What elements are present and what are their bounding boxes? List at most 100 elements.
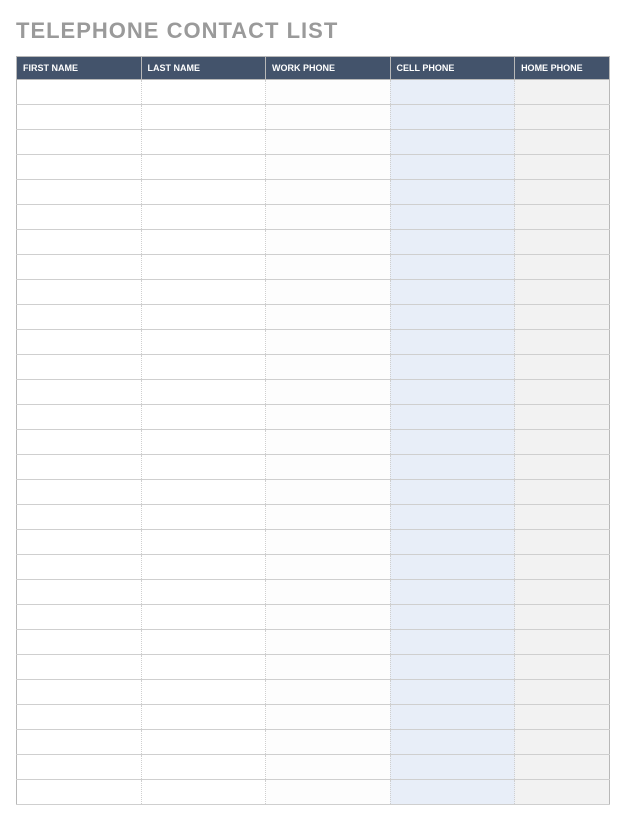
table-cell[interactable] (390, 455, 515, 480)
table-cell[interactable] (390, 680, 515, 705)
table-cell[interactable] (515, 255, 610, 280)
table-cell[interactable] (17, 330, 142, 355)
table-cell[interactable] (515, 455, 610, 480)
table-cell[interactable] (141, 330, 266, 355)
table-cell[interactable] (515, 755, 610, 780)
table-cell[interactable] (17, 455, 142, 480)
table-cell[interactable] (141, 580, 266, 605)
table-cell[interactable] (390, 580, 515, 605)
table-cell[interactable] (266, 330, 391, 355)
table-cell[interactable] (390, 755, 515, 780)
table-cell[interactable] (390, 255, 515, 280)
table-cell[interactable] (390, 205, 515, 230)
table-cell[interactable] (141, 430, 266, 455)
table-cell[interactable] (266, 405, 391, 430)
table-cell[interactable] (515, 380, 610, 405)
table-cell[interactable] (390, 405, 515, 430)
table-cell[interactable] (141, 755, 266, 780)
table-cell[interactable] (515, 480, 610, 505)
table-cell[interactable] (515, 730, 610, 755)
table-cell[interactable] (141, 555, 266, 580)
table-cell[interactable] (515, 305, 610, 330)
table-cell[interactable] (141, 130, 266, 155)
table-cell[interactable] (515, 205, 610, 230)
table-cell[interactable] (515, 180, 610, 205)
table-cell[interactable] (390, 355, 515, 380)
table-cell[interactable] (390, 80, 515, 105)
table-cell[interactable] (515, 355, 610, 380)
table-cell[interactable] (141, 355, 266, 380)
table-cell[interactable] (515, 780, 610, 805)
table-cell[interactable] (515, 680, 610, 705)
table-cell[interactable] (266, 755, 391, 780)
table-cell[interactable] (390, 655, 515, 680)
table-cell[interactable] (141, 155, 266, 180)
table-cell[interactable] (17, 755, 142, 780)
table-cell[interactable] (17, 480, 142, 505)
table-cell[interactable] (17, 505, 142, 530)
table-cell[interactable] (17, 430, 142, 455)
table-cell[interactable] (390, 180, 515, 205)
table-cell[interactable] (17, 730, 142, 755)
table-cell[interactable] (141, 780, 266, 805)
table-cell[interactable] (390, 305, 515, 330)
table-cell[interactable] (515, 430, 610, 455)
table-cell[interactable] (141, 80, 266, 105)
table-cell[interactable] (266, 280, 391, 305)
table-cell[interactable] (17, 105, 142, 130)
table-cell[interactable] (390, 705, 515, 730)
table-cell[interactable] (17, 555, 142, 580)
table-cell[interactable] (141, 705, 266, 730)
table-cell[interactable] (141, 405, 266, 430)
table-cell[interactable] (141, 255, 266, 280)
table-cell[interactable] (17, 280, 142, 305)
table-cell[interactable] (390, 780, 515, 805)
table-cell[interactable] (266, 605, 391, 630)
table-cell[interactable] (390, 105, 515, 130)
table-cell[interactable] (266, 730, 391, 755)
table-cell[interactable] (266, 530, 391, 555)
table-cell[interactable] (141, 230, 266, 255)
table-cell[interactable] (141, 180, 266, 205)
table-cell[interactable] (390, 505, 515, 530)
table-cell[interactable] (266, 130, 391, 155)
table-cell[interactable] (17, 155, 142, 180)
table-cell[interactable] (515, 330, 610, 355)
table-cell[interactable] (141, 530, 266, 555)
table-cell[interactable] (17, 605, 142, 630)
table-cell[interactable] (266, 505, 391, 530)
table-cell[interactable] (17, 530, 142, 555)
table-cell[interactable] (515, 580, 610, 605)
table-cell[interactable] (17, 205, 142, 230)
table-cell[interactable] (141, 605, 266, 630)
table-cell[interactable] (515, 155, 610, 180)
table-cell[interactable] (141, 680, 266, 705)
table-cell[interactable] (17, 405, 142, 430)
table-cell[interactable] (515, 130, 610, 155)
table-cell[interactable] (266, 480, 391, 505)
table-cell[interactable] (390, 230, 515, 255)
table-cell[interactable] (390, 605, 515, 630)
table-cell[interactable] (266, 455, 391, 480)
table-cell[interactable] (17, 630, 142, 655)
table-cell[interactable] (515, 530, 610, 555)
table-cell[interactable] (266, 155, 391, 180)
table-cell[interactable] (266, 680, 391, 705)
table-cell[interactable] (390, 530, 515, 555)
table-cell[interactable] (390, 330, 515, 355)
table-cell[interactable] (141, 630, 266, 655)
table-cell[interactable] (17, 705, 142, 730)
table-cell[interactable] (266, 230, 391, 255)
table-cell[interactable] (515, 230, 610, 255)
table-cell[interactable] (17, 380, 142, 405)
table-cell[interactable] (141, 655, 266, 680)
table-cell[interactable] (515, 605, 610, 630)
table-cell[interactable] (390, 430, 515, 455)
table-cell[interactable] (266, 380, 391, 405)
table-cell[interactable] (141, 305, 266, 330)
table-cell[interactable] (515, 655, 610, 680)
table-cell[interactable] (141, 730, 266, 755)
table-cell[interactable] (141, 505, 266, 530)
table-cell[interactable] (17, 180, 142, 205)
table-cell[interactable] (515, 555, 610, 580)
